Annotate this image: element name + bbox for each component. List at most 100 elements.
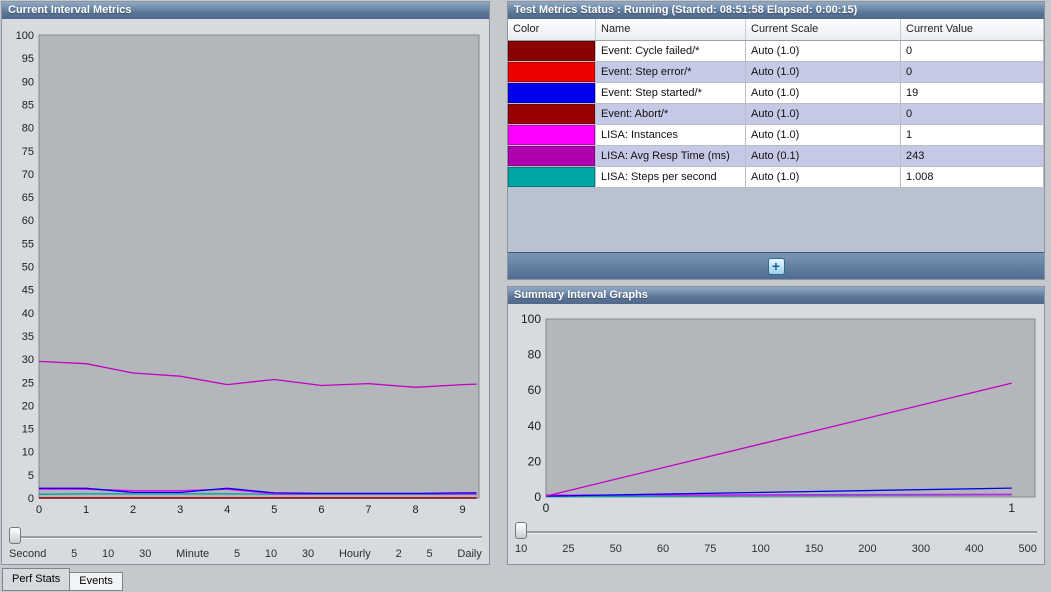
interval-slider-track[interactable] <box>9 536 482 539</box>
metric-value: 1 <box>901 125 1044 146</box>
metric-name: LISA: Avg Resp Time (ms) <box>596 146 746 167</box>
col-header-current-scale[interactable]: Current Scale <box>746 19 901 40</box>
col-header-name[interactable]: Name <box>596 19 746 40</box>
current-interval-panel: Current Interval Metrics 051015202530354… <box>1 1 490 565</box>
scale-label: 75 <box>704 543 716 555</box>
svg-text:3: 3 <box>177 504 183 516</box>
metric-name: Event: Step started/* <box>596 83 746 104</box>
metric-scale: Auto (1.0) <box>746 41 901 62</box>
table-row[interactable]: Event: Abort/* Auto (1.0) 0 <box>508 104 1044 125</box>
svg-text:1: 1 <box>1008 501 1015 515</box>
svg-text:20: 20 <box>528 454 542 468</box>
svg-text:7: 7 <box>365 504 371 516</box>
table-row[interactable]: Event: Cycle failed/* Auto (1.0) 0 <box>508 41 1044 62</box>
svg-text:25: 25 <box>22 377 34 389</box>
scale-label: 60 <box>657 543 669 555</box>
interval-slider-thumb[interactable] <box>9 527 21 544</box>
scale-label: 5 <box>71 548 77 560</box>
svg-text:45: 45 <box>22 285 34 297</box>
svg-text:6: 6 <box>318 504 324 516</box>
metric-name: Event: Abort/* <box>596 104 746 125</box>
test-metrics-title: Test Metrics Status : Running (Started: … <box>514 4 857 16</box>
interval-scale-slider[interactable] <box>2 524 489 548</box>
scale-label: 5 <box>426 548 432 560</box>
interval-scale-labels: Second 5 10 30 Minute 5 10 30 Hourly 2 5… <box>2 548 489 564</box>
current-interval-titlebar: Current Interval Metrics <box>2 2 489 19</box>
svg-text:30: 30 <box>22 354 34 366</box>
svg-text:70: 70 <box>22 169 34 181</box>
metric-scale: Auto (0.1) <box>746 146 901 167</box>
metrics-toolbar: + <box>508 252 1044 279</box>
scale-label: 5 <box>234 548 240 560</box>
svg-text:0: 0 <box>28 493 34 505</box>
metric-value: 1.008 <box>901 167 1044 188</box>
svg-text:0: 0 <box>543 501 550 515</box>
table-row[interactable]: Event: Step started/* Auto (1.0) 19 <box>508 83 1044 104</box>
table-row[interactable]: LISA: Instances Auto (1.0) 1 <box>508 125 1044 146</box>
svg-text:40: 40 <box>528 419 542 433</box>
table-row[interactable]: LISA: Avg Resp Time (ms) Auto (0.1) 243 <box>508 146 1044 167</box>
svg-text:5: 5 <box>271 504 277 516</box>
svg-text:4: 4 <box>224 504 230 516</box>
metric-scale: Auto (1.0) <box>746 83 901 104</box>
scale-label: Minute <box>176 548 209 560</box>
svg-text:50: 50 <box>22 262 34 274</box>
scale-label: 25 <box>562 543 574 555</box>
tab-events[interactable]: Events <box>69 572 123 591</box>
col-header-color[interactable]: Color <box>508 19 596 40</box>
summary-scale-slider[interactable] <box>508 519 1044 543</box>
scale-label: 10 <box>102 548 114 560</box>
metric-color-swatch <box>508 146 596 167</box>
metric-name: Event: Step error/* <box>596 62 746 83</box>
svg-text:35: 35 <box>22 331 34 343</box>
metric-value: 0 <box>901 41 1044 62</box>
scale-label: 400 <box>965 543 983 555</box>
svg-text:65: 65 <box>22 192 34 204</box>
table-row[interactable]: Event: Step error/* Auto (1.0) 0 <box>508 62 1044 83</box>
svg-text:100: 100 <box>16 30 34 42</box>
svg-text:75: 75 <box>22 146 34 158</box>
svg-text:20: 20 <box>22 400 34 412</box>
svg-text:2: 2 <box>130 504 136 516</box>
metric-value: 0 <box>901 62 1044 83</box>
tab-perf-stats[interactable]: Perf Stats <box>2 568 70 591</box>
summary-titlebar: Summary Interval Graphs <box>508 287 1044 304</box>
metric-scale: Auto (1.0) <box>746 167 901 188</box>
metric-scale: Auto (1.0) <box>746 62 901 83</box>
summary-interval-panel: Summary Interval Graphs 02040608010001 1… <box>507 286 1045 565</box>
svg-text:15: 15 <box>22 424 34 436</box>
metrics-table-header: Color Name Current Scale Current Value <box>508 19 1044 41</box>
add-metric-button[interactable]: + <box>768 258 785 275</box>
metric-value: 243 <box>901 146 1044 167</box>
scale-label: 30 <box>139 548 151 560</box>
svg-text:40: 40 <box>22 308 34 320</box>
svg-text:8: 8 <box>412 504 418 516</box>
metrics-table-empty-area <box>508 188 1044 252</box>
svg-text:10: 10 <box>22 447 34 459</box>
table-row[interactable]: LISA: Steps per second Auto (1.0) 1.008 <box>508 167 1044 188</box>
metric-name: Event: Cycle failed/* <box>596 41 746 62</box>
col-header-current-value[interactable]: Current Value <box>901 19 1044 40</box>
svg-text:60: 60 <box>22 215 34 227</box>
view-tabbar: Perf Stats Events <box>0 566 1051 592</box>
interval-chart: 0510152025303540455055606570758085909510… <box>2 19 489 524</box>
scale-label: Hourly <box>339 548 371 560</box>
scale-label: 50 <box>610 543 622 555</box>
test-metrics-panel: Test Metrics Status : Running (Started: … <box>507 1 1045 280</box>
summary-chart: 02040608010001 <box>508 304 1044 519</box>
metric-color-swatch <box>508 41 596 62</box>
metric-name: LISA: Steps per second <box>596 167 746 188</box>
scale-label: 2 <box>396 548 402 560</box>
summary-slider-thumb[interactable] <box>515 522 527 539</box>
metric-scale: Auto (1.0) <box>746 125 901 146</box>
current-interval-title: Current Interval Metrics <box>8 4 131 16</box>
metric-color-swatch <box>508 104 596 125</box>
svg-text:100: 100 <box>521 312 541 326</box>
summary-slider-track[interactable] <box>515 531 1037 534</box>
svg-text:9: 9 <box>459 504 465 516</box>
metric-color-swatch <box>508 83 596 104</box>
test-metrics-titlebar: Test Metrics Status : Running (Started: … <box>508 2 1044 19</box>
svg-text:0: 0 <box>36 504 42 516</box>
metrics-table-body: Event: Cycle failed/* Auto (1.0) 0 Event… <box>508 41 1044 188</box>
scale-label: 200 <box>858 543 876 555</box>
